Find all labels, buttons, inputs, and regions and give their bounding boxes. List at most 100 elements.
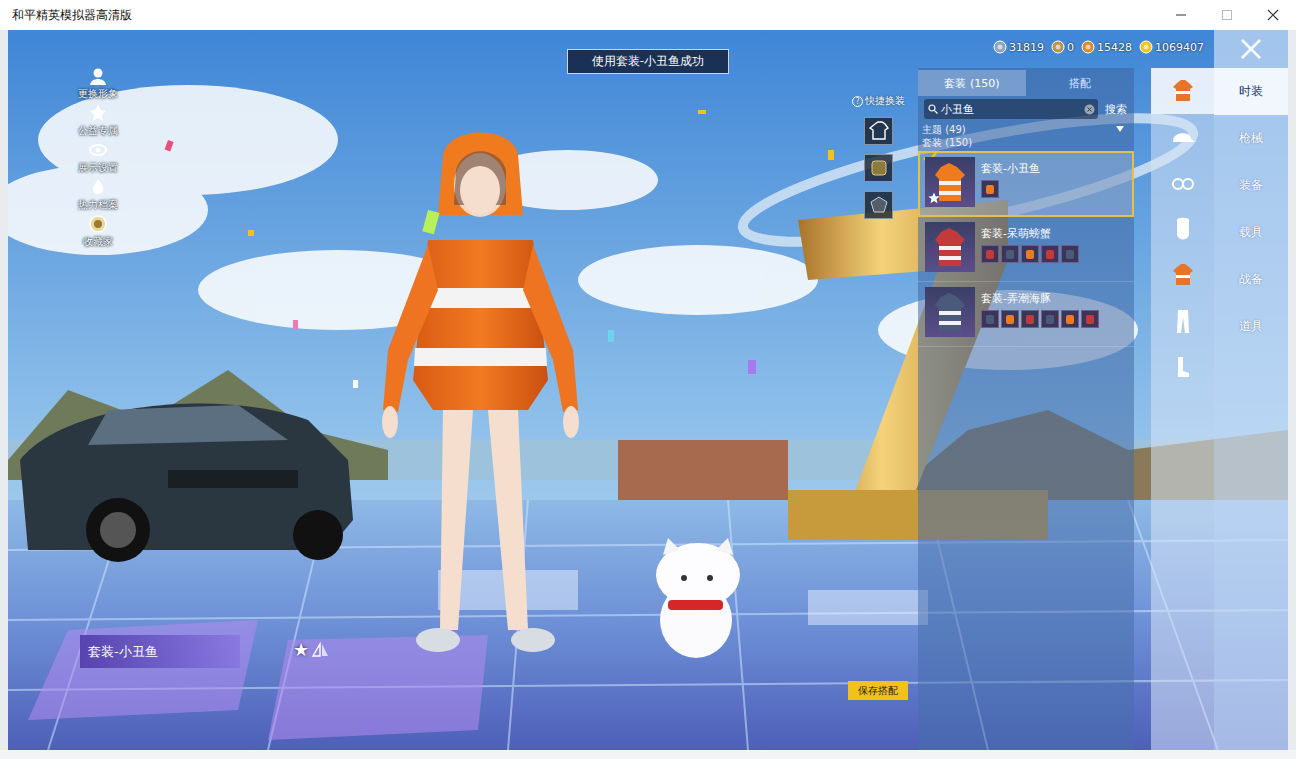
glasses-icon xyxy=(1169,169,1197,197)
suit-tab[interactable]: 套装 (150) xyxy=(918,70,1026,96)
pants-icon xyxy=(1169,307,1197,335)
category-column xyxy=(1151,68,1214,750)
quick-change-label: 快捷换装 xyxy=(865,94,905,108)
side-menu-item[interactable]: 公益专属 xyxy=(78,103,118,137)
flame-icon xyxy=(88,177,108,197)
cap-icon xyxy=(1169,123,1197,151)
right-panel: 套装 (150)搭配小丑鱼搜索主题 (49)套装 (150)套装-小丑鱼套装-呆… xyxy=(918,30,1288,750)
suit-info: 套装-弄潮海豚 xyxy=(981,287,1099,341)
filter[interactable]: 套装 (150) xyxy=(922,136,1134,149)
main-tab[interactable]: 道具 xyxy=(1214,303,1288,350)
currency-amount: 1069407 xyxy=(1155,41,1204,54)
outfit-name-label: 套装-小丑鱼 xyxy=(80,635,240,668)
suit-piece[interactable] xyxy=(1081,310,1099,328)
side-menu: 更换形象公益专属展示设置热力档案收藏家 xyxy=(70,66,126,248)
rating[interactable]: ★ xyxy=(293,639,329,660)
main-tab[interactable]: 装备 xyxy=(1214,162,1288,209)
favorite-star-icon xyxy=(928,322,940,334)
side-menu-item[interactable]: 热力档案 xyxy=(78,177,118,211)
category-button[interactable] xyxy=(1151,114,1214,160)
left-gutter xyxy=(0,30,8,750)
coin-icon xyxy=(993,40,1007,54)
favorite-star-icon xyxy=(928,257,940,269)
star[interactable]: ★ xyxy=(293,639,309,660)
suit-pieces xyxy=(981,180,1040,198)
quick-change-button[interactable] xyxy=(864,154,893,182)
quick-change-button[interactable] xyxy=(864,191,893,219)
help-badge[interactable]: ? xyxy=(852,96,863,107)
close-window-button[interactable] xyxy=(1250,0,1296,30)
suit-name: 套装-弄潮海豚 xyxy=(981,291,1099,306)
suit-name: 套装-呆萌螃蟹 xyxy=(981,226,1079,241)
minimize-icon xyxy=(1175,9,1187,21)
side-menu-item[interactable]: 更换形象 xyxy=(78,66,118,100)
piece-icon xyxy=(1062,246,1078,262)
suit-piece[interactable] xyxy=(1041,310,1059,328)
category-button[interactable] xyxy=(1151,344,1214,390)
maximize-button[interactable] xyxy=(1204,0,1250,30)
suit-piece[interactable] xyxy=(1061,310,1079,328)
search-row: 小丑鱼 搜索 xyxy=(924,99,1130,119)
category-button[interactable] xyxy=(1151,206,1214,252)
suit-piece[interactable] xyxy=(1021,310,1039,328)
filter-list: 主题 (49)套装 (150) xyxy=(922,123,1134,149)
suit-item[interactable]: 套装-小丑鱼 xyxy=(918,151,1134,217)
suit-name: 套装-小丑鱼 xyxy=(981,161,1040,176)
side-menu-item[interactable]: 收藏家 xyxy=(83,214,113,248)
gear-icon xyxy=(88,103,108,123)
suit-item[interactable]: 套装-弄潮海豚 xyxy=(918,282,1134,347)
save-button[interactable]: 保存搭配 xyxy=(848,681,908,700)
currency: 1069407 xyxy=(1139,40,1204,54)
medal-icon xyxy=(88,214,108,234)
search-button[interactable]: 搜索 xyxy=(1102,102,1130,117)
main-tabs: 时装枪械装备载具战备道具 xyxy=(1214,30,1288,750)
quick-change-button[interactable] xyxy=(864,117,893,145)
main-tab[interactable]: 时装 xyxy=(1214,68,1288,115)
suit-piece[interactable] xyxy=(981,245,999,263)
piece-icon xyxy=(1062,311,1078,327)
piece-icon xyxy=(982,246,998,262)
clear-icon[interactable] xyxy=(1084,104,1095,115)
main-tab[interactable]: 枪械 xyxy=(1214,115,1288,162)
search-value[interactable]: 小丑鱼 xyxy=(941,102,1081,117)
quick-change: ?快捷换装 xyxy=(852,94,905,219)
outfit-icon xyxy=(925,222,975,272)
main-tab[interactable]: 战备 xyxy=(1214,256,1288,303)
suit-info: 套装-小丑鱼 xyxy=(981,157,1040,211)
minimize-button[interactable] xyxy=(1158,0,1204,30)
category-button[interactable] xyxy=(1151,68,1214,114)
currency-amount: 15428 xyxy=(1097,41,1132,54)
mask-icon xyxy=(1169,215,1197,243)
outfit-icon xyxy=(925,287,975,337)
suit-pieces xyxy=(981,310,1099,328)
suit-piece[interactable] xyxy=(1001,245,1019,263)
filter[interactable]: 主题 (49) xyxy=(922,123,1134,136)
suit-item[interactable]: 套装-呆萌螃蟹 xyxy=(918,217,1134,282)
currency-bar: 318190154281069407 xyxy=(993,40,1204,54)
search-field[interactable]: 小丑鱼 xyxy=(924,99,1098,119)
right-gutter xyxy=(1288,30,1296,750)
title-bar: 和平精英模拟器高清版 xyxy=(0,0,1296,30)
close-button[interactable] xyxy=(1214,30,1288,68)
category-button[interactable] xyxy=(1151,298,1214,344)
window-title: 和平精英模拟器高清版 xyxy=(0,7,132,24)
suit-piece[interactable] xyxy=(1001,310,1019,328)
suit-thumbnail xyxy=(925,157,975,207)
side-menu-item[interactable]: 展示设置 xyxy=(78,140,118,174)
suit-piece[interactable] xyxy=(981,310,999,328)
suit-tab[interactable]: 搭配 xyxy=(1026,70,1134,96)
category-button[interactable] xyxy=(1151,252,1214,298)
suit-pieces xyxy=(981,245,1079,263)
suit-piece[interactable] xyxy=(1061,245,1079,263)
suit-info: 套装-呆萌螃蟹 xyxy=(981,222,1079,276)
mirror-icon[interactable] xyxy=(311,642,329,658)
quick-change-header[interactable]: ?快捷换装 xyxy=(852,94,905,108)
suit-piece[interactable] xyxy=(1041,245,1059,263)
main-tab[interactable]: 载具 xyxy=(1214,209,1288,256)
suit-piece[interactable] xyxy=(981,180,999,198)
piece-icon xyxy=(982,181,998,197)
coin-icon xyxy=(1139,40,1153,54)
suit-piece[interactable] xyxy=(1021,245,1039,263)
side-menu-label: 更换形象 xyxy=(78,87,118,100)
category-button[interactable] xyxy=(1151,160,1214,206)
